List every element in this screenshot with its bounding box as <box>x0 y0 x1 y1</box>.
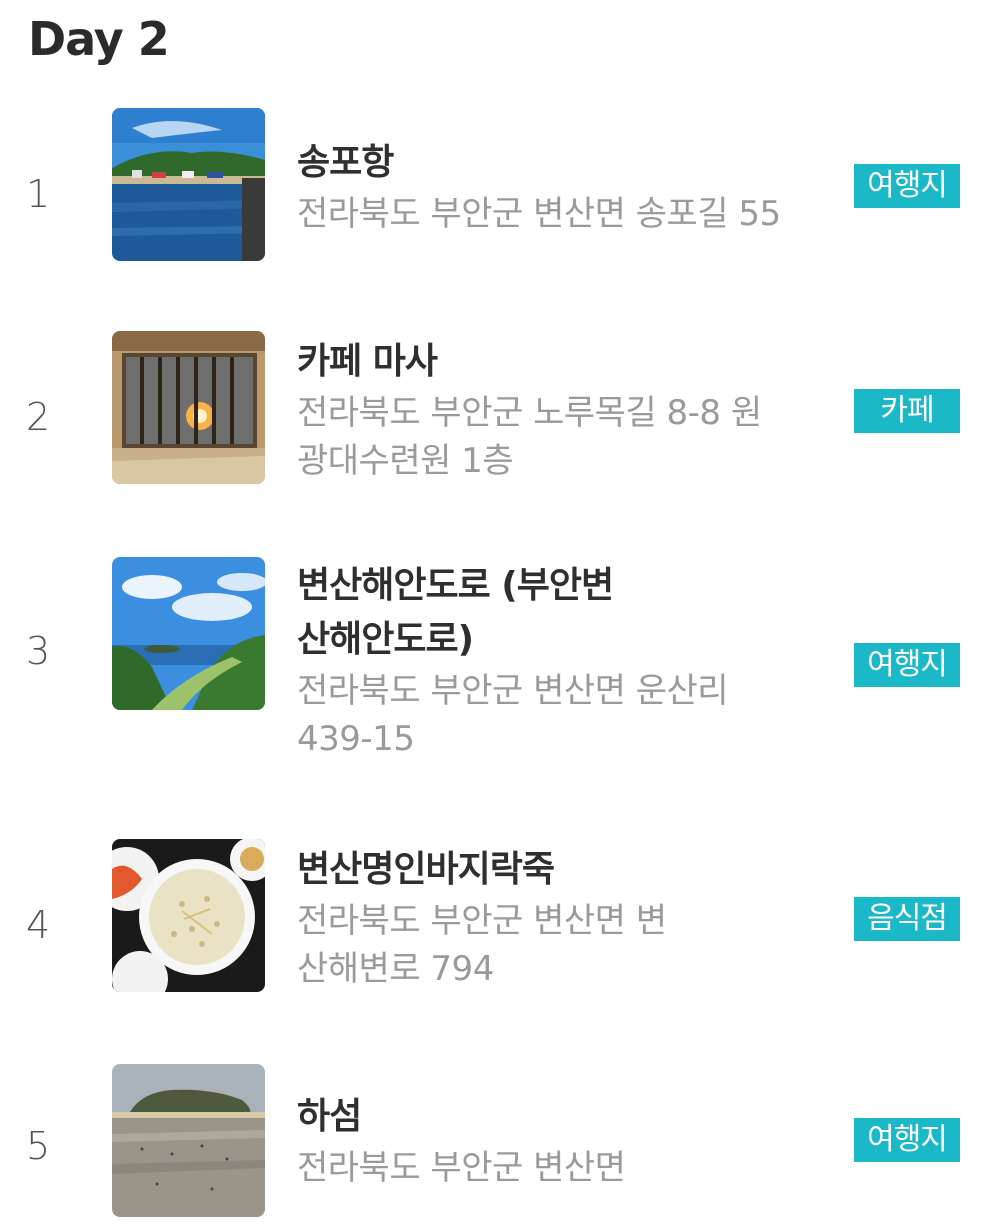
place-address: 전라북도 부안군 변산면 송포길 55 <box>297 194 781 234</box>
item-info: 카페 마사 전라북도 부안군 노루목길 8-8 원광대수련원 1층 <box>297 335 837 485</box>
category-badge: 음식점 <box>854 897 960 941</box>
place-name: 변산해안도로 (부안변산해안도로) <box>297 565 614 660</box>
place-address: 전라북도 부안군 변산면 변산해변로 794 <box>297 901 667 989</box>
item-info: 변산해안도로 (부안변산해안도로) 전라북도 부안군 변산면 운산리 439-1… <box>297 559 837 763</box>
item-info: 송포항 전라북도 부안군 변산면 송포길 55 <box>297 136 837 238</box>
category-badge: 카페 <box>854 389 960 433</box>
category-badge: 여행지 <box>854 1118 960 1162</box>
category-badge: 여행지 <box>854 164 960 208</box>
place-address: 전라북도 부안군 변산면 운산리 439-15 <box>297 671 729 759</box>
itinerary-day-page: Day 2 1 송포항 전라북도 부안군 변산면 송포길 55 여행지 2 카페… <box>0 0 998 1231</box>
item-number: 5 <box>26 1124 51 1168</box>
item-number: 4 <box>26 903 51 947</box>
item-info: 하섬 전라북도 부안군 변산면 <box>297 1090 837 1192</box>
harbor-photo-icon[interactable] <box>112 108 265 261</box>
place-address: 전라북도 부안군 변산면 <box>297 1148 626 1188</box>
day-title: Day 2 <box>28 12 170 66</box>
place-name: 카페 마사 <box>297 341 438 382</box>
place-address: 전라북도 부안군 노루목길 8-8 원광대수련원 1층 <box>297 393 762 481</box>
cafe-window-photo-icon[interactable] <box>112 331 265 484</box>
coastal-road-photo-icon[interactable] <box>112 557 265 710</box>
place-name: 하섬 <box>297 1096 362 1137</box>
item-number: 2 <box>26 395 51 439</box>
item-number: 3 <box>26 629 51 673</box>
category-badge: 여행지 <box>854 643 960 687</box>
place-name: 송포항 <box>297 142 394 183</box>
clam-porridge-photo-icon[interactable] <box>112 839 265 992</box>
island-tidal-flat-photo-icon[interactable] <box>112 1064 265 1217</box>
item-number: 1 <box>26 172 51 216</box>
place-name: 변산명인바지락죽 <box>297 849 555 890</box>
item-info: 변산명인바지락죽 전라북도 부안군 변산면 변산해변로 794 <box>297 843 837 993</box>
